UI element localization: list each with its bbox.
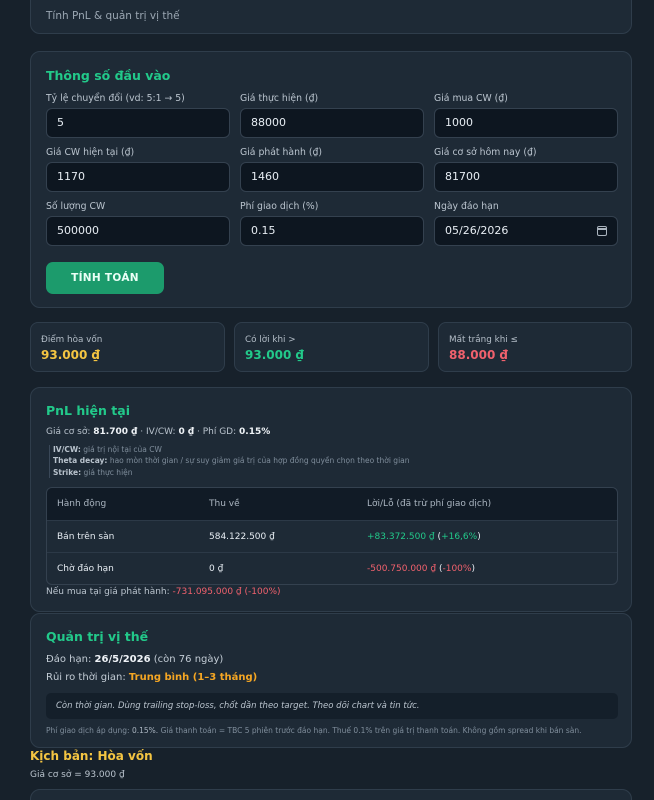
fee-label: · Phí GD: xyxy=(196,427,237,437)
foot-prefix: Phí giao dịch áp dụng: xyxy=(46,726,130,735)
header-card: Tính PnL & quản trị vị thế xyxy=(30,0,632,34)
ivcw-value: 0 ₫ xyxy=(178,427,195,437)
profit-threshold-value: 93.000 ₫ xyxy=(245,348,304,362)
pnl-amount: +83.372.500 ₫ xyxy=(367,531,435,542)
trading-fee-label: Phí giao dịch (%) xyxy=(240,201,319,212)
pnl-pct: +16,6% xyxy=(441,531,478,542)
time-risk-row: Rủi ro thời gian: Trung bình (1–3 tháng) xyxy=(46,672,257,683)
row-pnl: -500.750.000 ₫ (-100%) xyxy=(357,552,617,584)
scenario-title: Kịch bản: Hòa vốn xyxy=(30,749,153,763)
expiry-date-input[interactable]: 05/26/2026 xyxy=(434,216,618,246)
legend-ivcw: IV/CW: giá trị nội tại của CW xyxy=(53,445,162,454)
scenario-table-card xyxy=(30,789,632,800)
calendar-icon[interactable] xyxy=(597,226,607,236)
legend-desc: giá thực hiện xyxy=(83,468,133,477)
header-subtitle: Tính PnL & quản trị vị thế xyxy=(46,10,180,22)
issue-price-label: Giá phát hành (₫) xyxy=(240,147,323,158)
fee-value: 0.15% xyxy=(239,427,271,437)
pnl-pct-close: ) xyxy=(471,563,475,574)
fee-footnote: Phí giao dịch áp dụng: 0.15%. Giá thanh … xyxy=(46,726,581,735)
pnl-section-title: PnL hiện tại xyxy=(46,403,130,418)
row-action: Chờ đáo hạn xyxy=(47,552,199,584)
pnl-table: Hành động Thu về Lời/Lỗ (đã trừ phí giao… xyxy=(46,487,618,585)
legend-desc: giá trị nội tại của CW xyxy=(83,445,162,454)
legend-term: Theta decay: xyxy=(53,456,108,465)
pnl-summary-line: Giá cơ sở: 81.700 ₫ · IV/CW: 0 ₫ · Phí G… xyxy=(46,427,270,437)
legend-strike: Strike: giá thực hiện xyxy=(53,468,133,477)
current-pnl-card: PnL hiện tại Giá cơ sở: 81.700 ₫ · IV/CW… xyxy=(30,387,632,612)
position-management-card: Quản trị vị thế Đáo hạn: 26/5/2026 (còn … xyxy=(30,613,632,748)
advice-box: Còn thời gian. Dùng trailing stop-loss, … xyxy=(46,693,618,719)
expiry-remaining: (còn 76 ngày) xyxy=(153,654,224,665)
breakeven-value: 93.000 ₫ xyxy=(41,348,100,362)
row-proceeds: 584.122.500 ₫ xyxy=(199,520,357,552)
issue-price-input[interactable]: 1460 xyxy=(240,162,424,192)
expiry-row: Đáo hạn: 26/5/2026 (còn 76 ngày) xyxy=(46,654,223,665)
legend-term: IV/CW: xyxy=(53,445,81,454)
expiry-date-label: Ngày đáo hạn xyxy=(434,201,499,212)
cw-buy-price-label: Giá mua CW (₫) xyxy=(434,93,508,104)
col-action: Hành động xyxy=(47,488,199,520)
scenario-base-price: Giá cơ sở = 93.000 ₫ xyxy=(30,770,125,780)
cw-current-price-label: Giá CW hiện tại (₫) xyxy=(46,147,135,158)
conversion-ratio-label: Tỷ lệ chuyển đổi (vd: 5:1 → 5) xyxy=(46,93,185,104)
trading-fee-input[interactable]: 0.15 xyxy=(240,216,424,246)
base-price-value: 81.700 ₫ xyxy=(93,427,138,437)
profit-threshold-label: Có lời khi > xyxy=(245,335,296,345)
total-loss-stat: Mất trắng khi ≤ 88.000 ₫ xyxy=(438,322,632,372)
breakeven-stat: Điểm hòa vốn 93.000 ₫ xyxy=(30,322,225,372)
row-proceeds: 0 ₫ xyxy=(199,552,357,584)
time-risk-value: Trung bình (1–3 tháng) xyxy=(128,672,258,683)
note-value: -731.095.000 ₫ xyxy=(172,587,242,597)
time-risk-label: Rủi ro thời gian: xyxy=(46,672,126,683)
issue-price-note: Nếu mua tại giá phát hành: -731.095.000 … xyxy=(46,587,281,597)
foot-rest: Giá thanh toán = TBC 5 phiên trước đáo h… xyxy=(160,726,582,735)
note-label: Nếu mua tại giá phát hành: xyxy=(46,587,170,597)
legend-divider xyxy=(49,445,50,478)
legend-theta: Theta decay: hao mòn thời gian / sự suy … xyxy=(53,456,410,465)
col-pnl: Lời/Lỗ (đã trừ phí giao dịch) xyxy=(357,488,617,520)
cw-current-price-input[interactable]: 1170 xyxy=(46,162,230,192)
conversion-ratio-input[interactable]: 5 xyxy=(46,108,230,138)
expiry-label: Đáo hạn: xyxy=(46,654,92,665)
pnl-pct-close: ) xyxy=(477,531,481,542)
breakeven-label: Điểm hòa vốn xyxy=(41,335,103,345)
table-row: Chờ đáo hạn 0 ₫ -500.750.000 ₫ (-100%) xyxy=(47,552,617,584)
total-loss-value: 88.000 ₫ xyxy=(449,348,508,362)
calculate-button[interactable]: TÍNH TOÁN xyxy=(46,262,164,294)
total-loss-label: Mất trắng khi ≤ xyxy=(449,335,518,345)
profit-threshold-stat: Có lời khi > 93.000 ₫ xyxy=(234,322,429,372)
pnl-pct: -100% xyxy=(442,563,472,574)
underlying-price-label: Giá cơ sở hôm nay (₫) xyxy=(434,147,537,158)
cw-quantity-label: Số lượng CW xyxy=(46,201,106,212)
position-section-title: Quản trị vị thế xyxy=(46,629,149,644)
expiry-date-value: 05/26/2026 xyxy=(445,224,509,237)
expiry-value: 26/5/2026 xyxy=(94,654,151,665)
underlying-price-input[interactable]: 81700 xyxy=(434,162,618,192)
table-row: Bán trên sàn 584.122.500 ₫ +83.372.500 ₫… xyxy=(47,520,617,552)
input-parameters-card: Thông số đầu vào Tỷ lệ chuyển đổi (vd: 5… xyxy=(30,51,632,308)
note-pct: (-100%) xyxy=(244,587,281,597)
cw-quantity-input[interactable]: 500000 xyxy=(46,216,230,246)
input-section-title: Thông số đầu vào xyxy=(46,68,171,83)
ivcw-label: · IV/CW: xyxy=(140,427,176,437)
pnl-amount: -500.750.000 ₫ xyxy=(367,563,437,574)
row-action: Bán trên sàn xyxy=(47,520,199,552)
cw-buy-price-input[interactable]: 1000 xyxy=(434,108,618,138)
col-proceeds: Thu về xyxy=(199,488,357,520)
row-pnl: +83.372.500 ₫ (+16,6%) xyxy=(357,520,617,552)
legend-term: Strike: xyxy=(53,468,82,477)
legend-desc: hao mòn thời gian / sự suy giảm giá trị … xyxy=(109,456,410,465)
strike-price-label: Giá thực hiện (₫) xyxy=(240,93,319,104)
foot-fee: 0.15%. xyxy=(131,726,159,735)
table-header-row: Hành động Thu về Lời/Lỗ (đã trừ phí giao… xyxy=(47,488,617,520)
base-price-label: Giá cơ sở: xyxy=(46,427,91,437)
strike-price-input[interactable]: 88000 xyxy=(240,108,424,138)
